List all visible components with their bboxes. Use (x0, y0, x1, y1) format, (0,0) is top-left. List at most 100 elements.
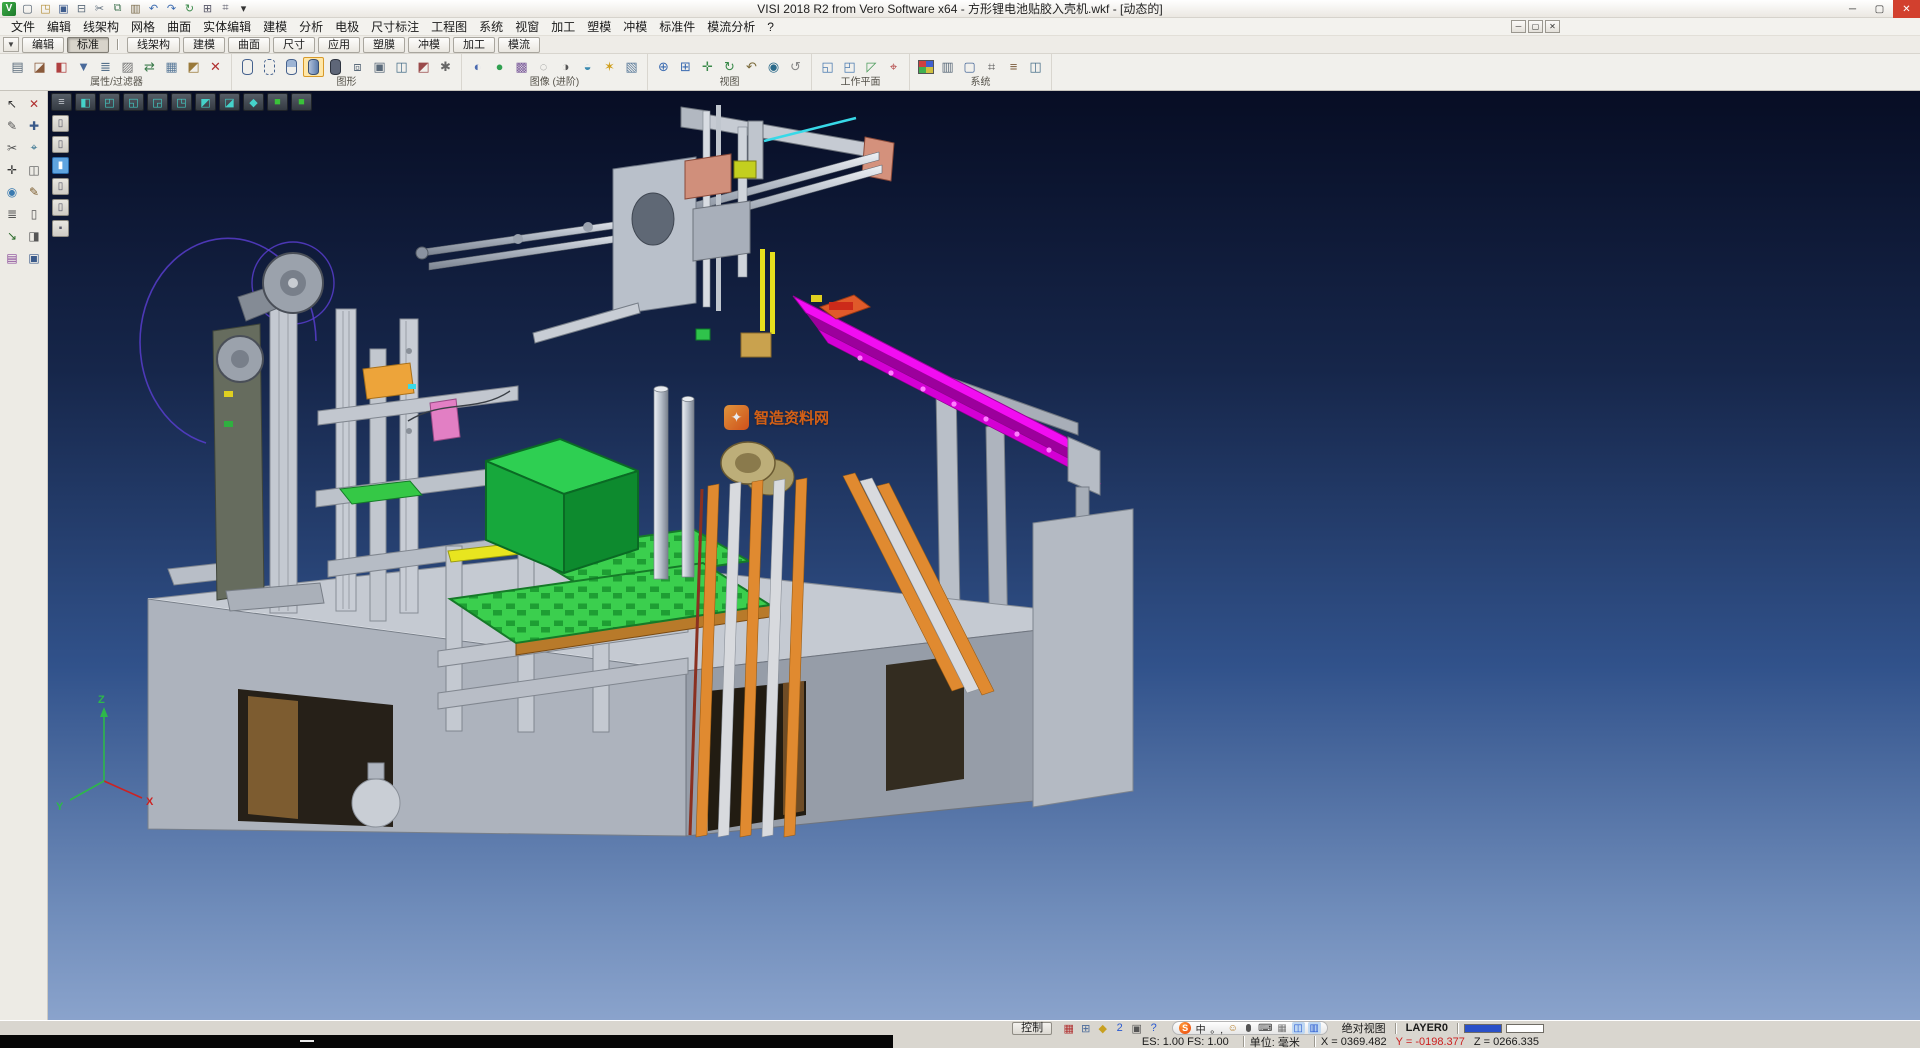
mdi-close-button[interactable]: ✕ (1545, 20, 1560, 33)
rotate-view-icon[interactable]: ↻ (719, 57, 740, 77)
sheet-icon[interactable]: ▯ (24, 204, 44, 223)
previous-view-icon[interactable]: ↶ (741, 57, 762, 77)
menu-file[interactable]: 文件 (5, 18, 41, 36)
background-icon[interactable]: ▧ (621, 57, 642, 77)
bottom-view-icon[interactable]: ◪ (219, 93, 240, 111)
secondary-color-swatch[interactable] (1506, 1024, 1544, 1033)
iso-view-icon[interactable]: ◆ (243, 93, 264, 111)
taskbar-strip[interactable] (0, 1035, 893, 1048)
solid-box-icon[interactable]: ▣ (369, 57, 390, 77)
ime-mode-grid-icon[interactable]: ▥ (1308, 1022, 1321, 1034)
palette-icon[interactable]: ▤ (2, 248, 22, 267)
visibility-icon[interactable]: ◉ (763, 57, 784, 77)
ime-mode-chinese[interactable]: 中 (1194, 1022, 1207, 1034)
tab-die[interactable]: 冲模 (408, 37, 450, 53)
color-filter-icon[interactable]: ◧ (51, 57, 72, 77)
shadow-icon[interactable]: ◑ (555, 57, 576, 77)
tab-edit[interactable]: 编辑 (22, 37, 64, 53)
men u-electrode[interactable]: 电极 (329, 18, 365, 36)
menu-edit[interactable]: 编辑 (41, 18, 77, 36)
clear-filter-icon[interactable]: ✕ (205, 57, 226, 77)
system-settings-icon[interactable]: ▥ (937, 57, 958, 77)
ime-layout-icon[interactable]: ◫ (1292, 1022, 1305, 1034)
top-view-icon[interactable]: ◱ (123, 93, 144, 111)
axonometric-view-icon[interactable]: ◧ (75, 93, 96, 111)
clipboard-lock-icon[interactable]: ▪ (52, 220, 69, 237)
ime-toolbox-icon[interactable]: ▦ (1276, 1022, 1289, 1034)
cube-edges-icon[interactable]: ◫ (391, 57, 412, 77)
refresh-icon[interactable]: ↻ (181, 1, 198, 16)
right-view-icon[interactable]: ◲ (147, 93, 168, 111)
tab-machining[interactable]: 加工 (453, 37, 495, 53)
highlight-filter-icon[interactable]: ◩ (183, 57, 204, 77)
grid-icon[interactable]: ⊞ (199, 1, 216, 16)
save-view-icon[interactable]: ▣ (24, 248, 44, 267)
layers-icon[interactable]: ≣ (2, 204, 22, 223)
construction-mode-icon[interactable]: ◆ (1094, 1021, 1111, 1035)
selection-mask-icon[interactable]: ▨ (117, 57, 138, 77)
modify-icon[interactable]: ✚ (24, 116, 44, 135)
clipboard-view-1-icon[interactable]: ▯ (52, 115, 69, 132)
ortho-mode-icon[interactable]: ⊞ (1077, 1021, 1094, 1035)
menu-solid-edit[interactable]: 实体编辑 (197, 18, 257, 36)
redo-icon[interactable]: ↷ (163, 1, 180, 16)
layer-label[interactable]: LAYER0 (1406, 1022, 1448, 1034)
menu-surface[interactable]: 曲面 (161, 18, 197, 36)
measure-icon[interactable]: ⌖ (24, 138, 44, 157)
menu-die[interactable]: 冲模 (617, 18, 653, 36)
mirror-icon[interactable]: ◫ (24, 160, 44, 179)
texture-icon[interactable]: ▩ (511, 57, 532, 77)
minimize-button[interactable]: ─ (1839, 0, 1866, 18)
front-view-icon[interactable]: ◰ (99, 93, 120, 111)
menu-window[interactable]: 视窗 (509, 18, 545, 36)
grid-filter-icon[interactable]: ▦ (161, 57, 182, 77)
tab-mold[interactable]: 塑膜 (363, 37, 405, 53)
menu-modeling[interactable]: 建模 (257, 18, 293, 36)
color-palette-icon[interactable] (915, 57, 936, 77)
tab-moldflow[interactable]: 模流 (498, 37, 540, 53)
cut-icon[interactable]: ✂ (91, 1, 108, 16)
view-list-icon[interactable]: ≡ (51, 93, 72, 111)
menu-drafting[interactable]: 工程图 (425, 18, 473, 36)
box-display-icon[interactable]: ⧈ (347, 57, 368, 77)
mdi-restore-button[interactable]: ▢ (1528, 20, 1543, 33)
table-icon[interactable]: ⌗ (981, 57, 1002, 77)
active-selection-icon[interactable]: ▮ (52, 157, 69, 174)
sketch-icon[interactable]: ✎ (24, 182, 44, 201)
render-quality-icon[interactable]: ◐ (467, 57, 488, 77)
red-corner-cube-icon[interactable]: ◩ (413, 57, 434, 77)
dynamic-cube-view-icon[interactable]: ■ (291, 93, 312, 111)
monitor-icon[interactable]: ▢ (959, 57, 980, 77)
print-icon[interactable]: ⊟ (73, 1, 90, 16)
shaded-wire-mode-icon[interactable] (281, 57, 302, 77)
menu-mesh[interactable]: 网格 (125, 18, 161, 36)
primary-color-swatch[interactable] (1464, 1024, 1502, 1033)
tab-wireframe[interactable]: 线架构 (127, 37, 180, 53)
swap-filter-icon[interactable]: ⇄ (139, 57, 160, 77)
menu-machining[interactable]: 加工 (545, 18, 581, 36)
workplane-xy-icon[interactable]: ◱ (817, 57, 838, 77)
compare-icon[interactable]: ◨ (24, 226, 44, 245)
left-view-icon[interactable]: ◳ (171, 93, 192, 111)
eraser-icon[interactable]: ◪ (29, 57, 50, 77)
calculator-icon[interactable]: ⌗ (217, 1, 234, 16)
wireframe-mode-icon[interactable] (237, 57, 258, 77)
snap-grid-icon[interactable]: ▦ (1060, 1021, 1077, 1035)
clipboard-view-4-icon[interactable]: ▯ (52, 199, 69, 216)
select-icon[interactable]: ↖ (2, 94, 22, 113)
menu-wireframe[interactable]: 线架构 (77, 18, 125, 36)
reflection-icon[interactable]: ◒ (577, 57, 598, 77)
left-pulley-tower[interactable] (140, 238, 334, 613)
dark-shaded-mode-icon[interactable] (325, 57, 346, 77)
workplane-view-icon[interactable]: ◰ (839, 57, 860, 77)
tab-dropdown-button[interactable]: ▼ (3, 37, 19, 52)
undo-icon[interactable]: ↶ (145, 1, 162, 16)
viewport[interactable]: Z X Y ≡◧◰◱◲◳◩◪◆■■ ▯▯▮▯▯▪ ✦ 智造资料网 (48, 91, 1920, 1020)
clipboard-view-3-icon[interactable]: ▯ (52, 178, 69, 195)
back-view-icon[interactable]: ◩ (195, 93, 216, 111)
shaded-mode-icon[interactable] (303, 57, 324, 77)
zoom-window-icon[interactable]: ⊞ (675, 57, 696, 77)
shaded-cube-view-icon[interactable]: ■ (267, 93, 288, 111)
tab-surface[interactable]: 曲面 (228, 37, 270, 53)
tab-modeling[interactable]: 建模 (183, 37, 225, 53)
